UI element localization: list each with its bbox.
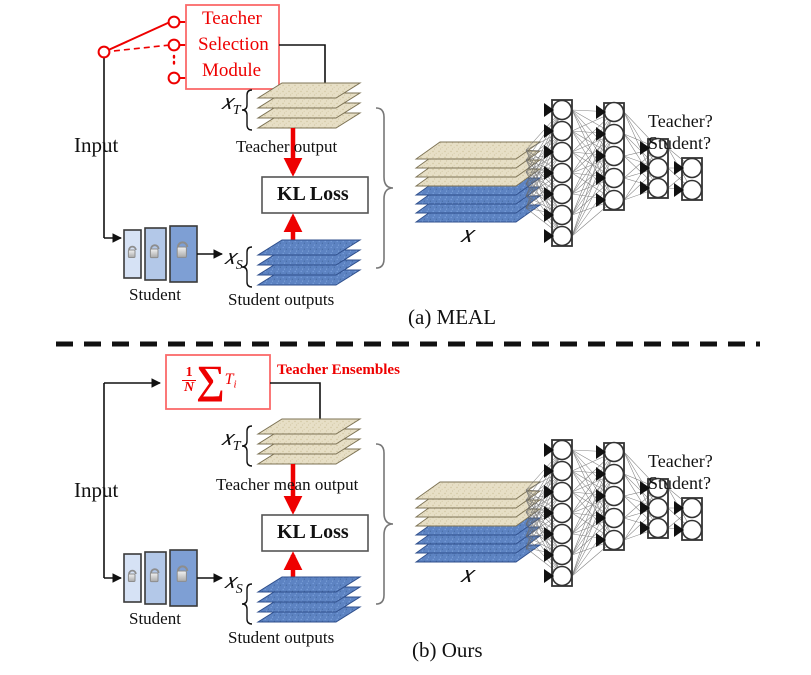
teacher-question-a: Teacher? [648,111,713,131]
student-outputs-label-a: Student outputs [228,290,335,309]
x-t-brace-a [241,89,253,131]
formula-term: T [224,371,234,388]
x-combined-label-a: 𝑥 [460,222,473,247]
teacher-output-stack-a [256,82,362,129]
student-outputs-label-b: Student outputs [228,628,335,647]
tsm-line-3: Module [202,60,262,81]
x-s-label-b: 𝑥S [224,569,243,598]
student-output-stack-b [256,576,362,623]
tsm-line-1: Teacher [202,8,262,29]
x-t-label-b: 𝑥T [221,426,241,455]
x-t-label-a: 𝑥T [221,90,241,119]
input-label-a: Input [74,133,119,157]
teacher-selection-switch[interactable] [97,15,196,85]
teacher-ensembles-formula: 1 N ∑Ti [182,360,237,400]
combined-stack-a [414,141,542,223]
merge-brace-b [375,443,394,605]
x-combined-label-b: 𝑥 [460,562,473,587]
panel-a [97,4,703,288]
figure-canvas [56,4,760,625]
x-s-label-a: 𝑥S [224,245,243,274]
tsm-line-2: Selection [198,34,269,55]
x-t-brace-b [241,425,253,467]
input-label-b: Input [74,478,119,502]
teacher-question-b: Teacher? [648,451,713,471]
student-question-a: Student? [648,133,711,153]
kl-loss-label-a: KL Loss [277,183,349,205]
formula-sigma: ∑ [196,357,225,402]
caption-a: (a) MEAL [408,305,497,329]
formula-subscript: i [233,378,237,391]
formula-denominator: N [184,379,195,395]
teacher-output-label-b: Teacher mean output [216,475,359,494]
combined-stack-b [414,481,542,563]
student-blocks-b[interactable] [123,549,198,607]
x-s-brace-a [241,246,253,288]
student-label-a: Student [129,285,181,304]
student-question-b: Student? [648,473,711,493]
student-label-b: Student [129,609,181,628]
x-s-brace-b [241,583,253,625]
kl-loss-label-b: KL Loss [277,521,349,543]
merge-brace-a [375,107,394,269]
student-output-stack-a [256,239,362,286]
caption-b: (b) Ours [412,638,483,662]
formula-numerator: 1 [182,365,197,381]
teacher-output-label-a: Teacher output [236,137,338,156]
figure-root: Input Teacher Selection Module 𝑥T Teache… [0,0,811,675]
teacher-ensembles-label: Teacher Ensembles [277,362,400,378]
teacher-output-stack-b [256,418,362,465]
student-blocks-a[interactable] [123,225,198,283]
